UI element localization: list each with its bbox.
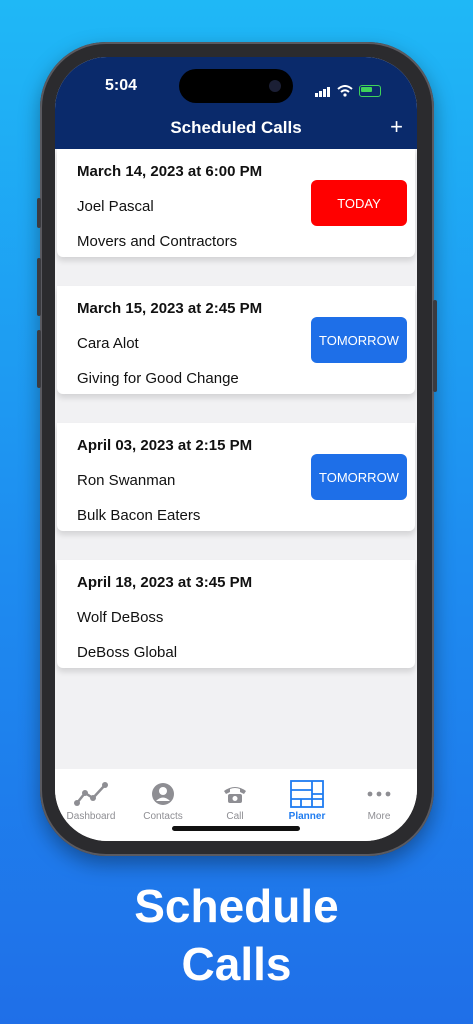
organization-name: Giving for Good Change xyxy=(77,370,239,387)
chart-line-icon xyxy=(74,782,108,806)
contact-name: Joel Pascal xyxy=(77,198,154,215)
tab-dashboard[interactable]: Dashboard xyxy=(55,781,127,822)
ellipsis-icon xyxy=(367,791,391,797)
volume-up-button xyxy=(37,258,41,316)
organization-name: Bulk Bacon Eaters xyxy=(77,507,201,524)
contact-name: Wolf DeBoss xyxy=(77,609,164,626)
tab-label: More xyxy=(367,811,391,822)
camera-icon xyxy=(269,80,281,92)
tomorrow-badge[interactable]: TOMORROW xyxy=(311,454,407,500)
page-title: Scheduled Calls xyxy=(170,118,302,137)
status-icons xyxy=(315,79,381,97)
today-badge[interactable]: TODAY xyxy=(311,180,407,226)
call-date: April 03, 2023 at 2:15 PM xyxy=(77,437,253,454)
tab-label: Planner xyxy=(288,811,326,822)
action-button xyxy=(37,198,41,228)
tab-label: Call xyxy=(226,811,244,822)
volume-down-button xyxy=(37,330,41,388)
tab-label: Dashboard xyxy=(66,811,116,822)
call-date: March 14, 2023 at 6:00 PM xyxy=(77,163,263,180)
call-card[interactable]: March 15, 2023 at 2:45 PM Cara Alot Givi… xyxy=(57,286,415,394)
caption-line-2: Calls xyxy=(181,938,292,990)
home-indicator[interactable] xyxy=(172,826,300,831)
caption-line-1: Schedule xyxy=(134,880,339,932)
scheduled-calls-list: March 14, 2023 at 6:00 PM Joel Pascal Mo… xyxy=(55,149,417,769)
wifi-icon xyxy=(337,85,353,97)
contact-name: Ron Swanman xyxy=(77,472,176,489)
screen: 5:04 Scheduled Calls + March 14, 2023 at… xyxy=(55,57,417,841)
tab-label: Contacts xyxy=(143,811,183,822)
call-card[interactable]: April 18, 2023 at 3:45 PM Wolf DeBoss De… xyxy=(57,560,415,668)
telephone-icon xyxy=(224,787,246,803)
dynamic-island xyxy=(179,69,293,103)
organization-name: Movers and Contractors xyxy=(77,233,238,250)
tab-bar: Dashboard Contacts Call Planner More xyxy=(55,769,417,841)
status-bar: 5:04 xyxy=(55,57,417,109)
organization-name: DeBoss Global xyxy=(77,644,178,661)
power-button xyxy=(433,300,437,392)
status-time: 5:04 xyxy=(105,77,138,94)
tab-more[interactable]: More xyxy=(343,781,415,822)
tab-call[interactable]: Call xyxy=(199,781,271,822)
add-call-button[interactable]: + xyxy=(390,115,403,139)
tab-planner[interactable]: Planner xyxy=(271,780,343,822)
battery-icon xyxy=(359,85,381,97)
tomorrow-badge[interactable]: TOMORROW xyxy=(311,317,407,363)
signal-icon xyxy=(315,79,331,97)
person-circle-icon xyxy=(152,783,174,805)
call-date: March 15, 2023 at 2:45 PM xyxy=(77,300,263,317)
tab-contacts[interactable]: Contacts xyxy=(127,781,199,822)
call-card[interactable]: March 14, 2023 at 6:00 PM Joel Pascal Mo… xyxy=(57,149,415,257)
call-card[interactable]: April 03, 2023 at 2:15 PM Ron Swanman Bu… xyxy=(57,423,415,531)
call-date: April 18, 2023 at 3:45 PM xyxy=(77,574,253,591)
grid-planner-icon xyxy=(290,780,324,808)
nav-bar: Scheduled Calls + xyxy=(55,109,417,149)
contact-name: Cara Alot xyxy=(77,335,139,352)
